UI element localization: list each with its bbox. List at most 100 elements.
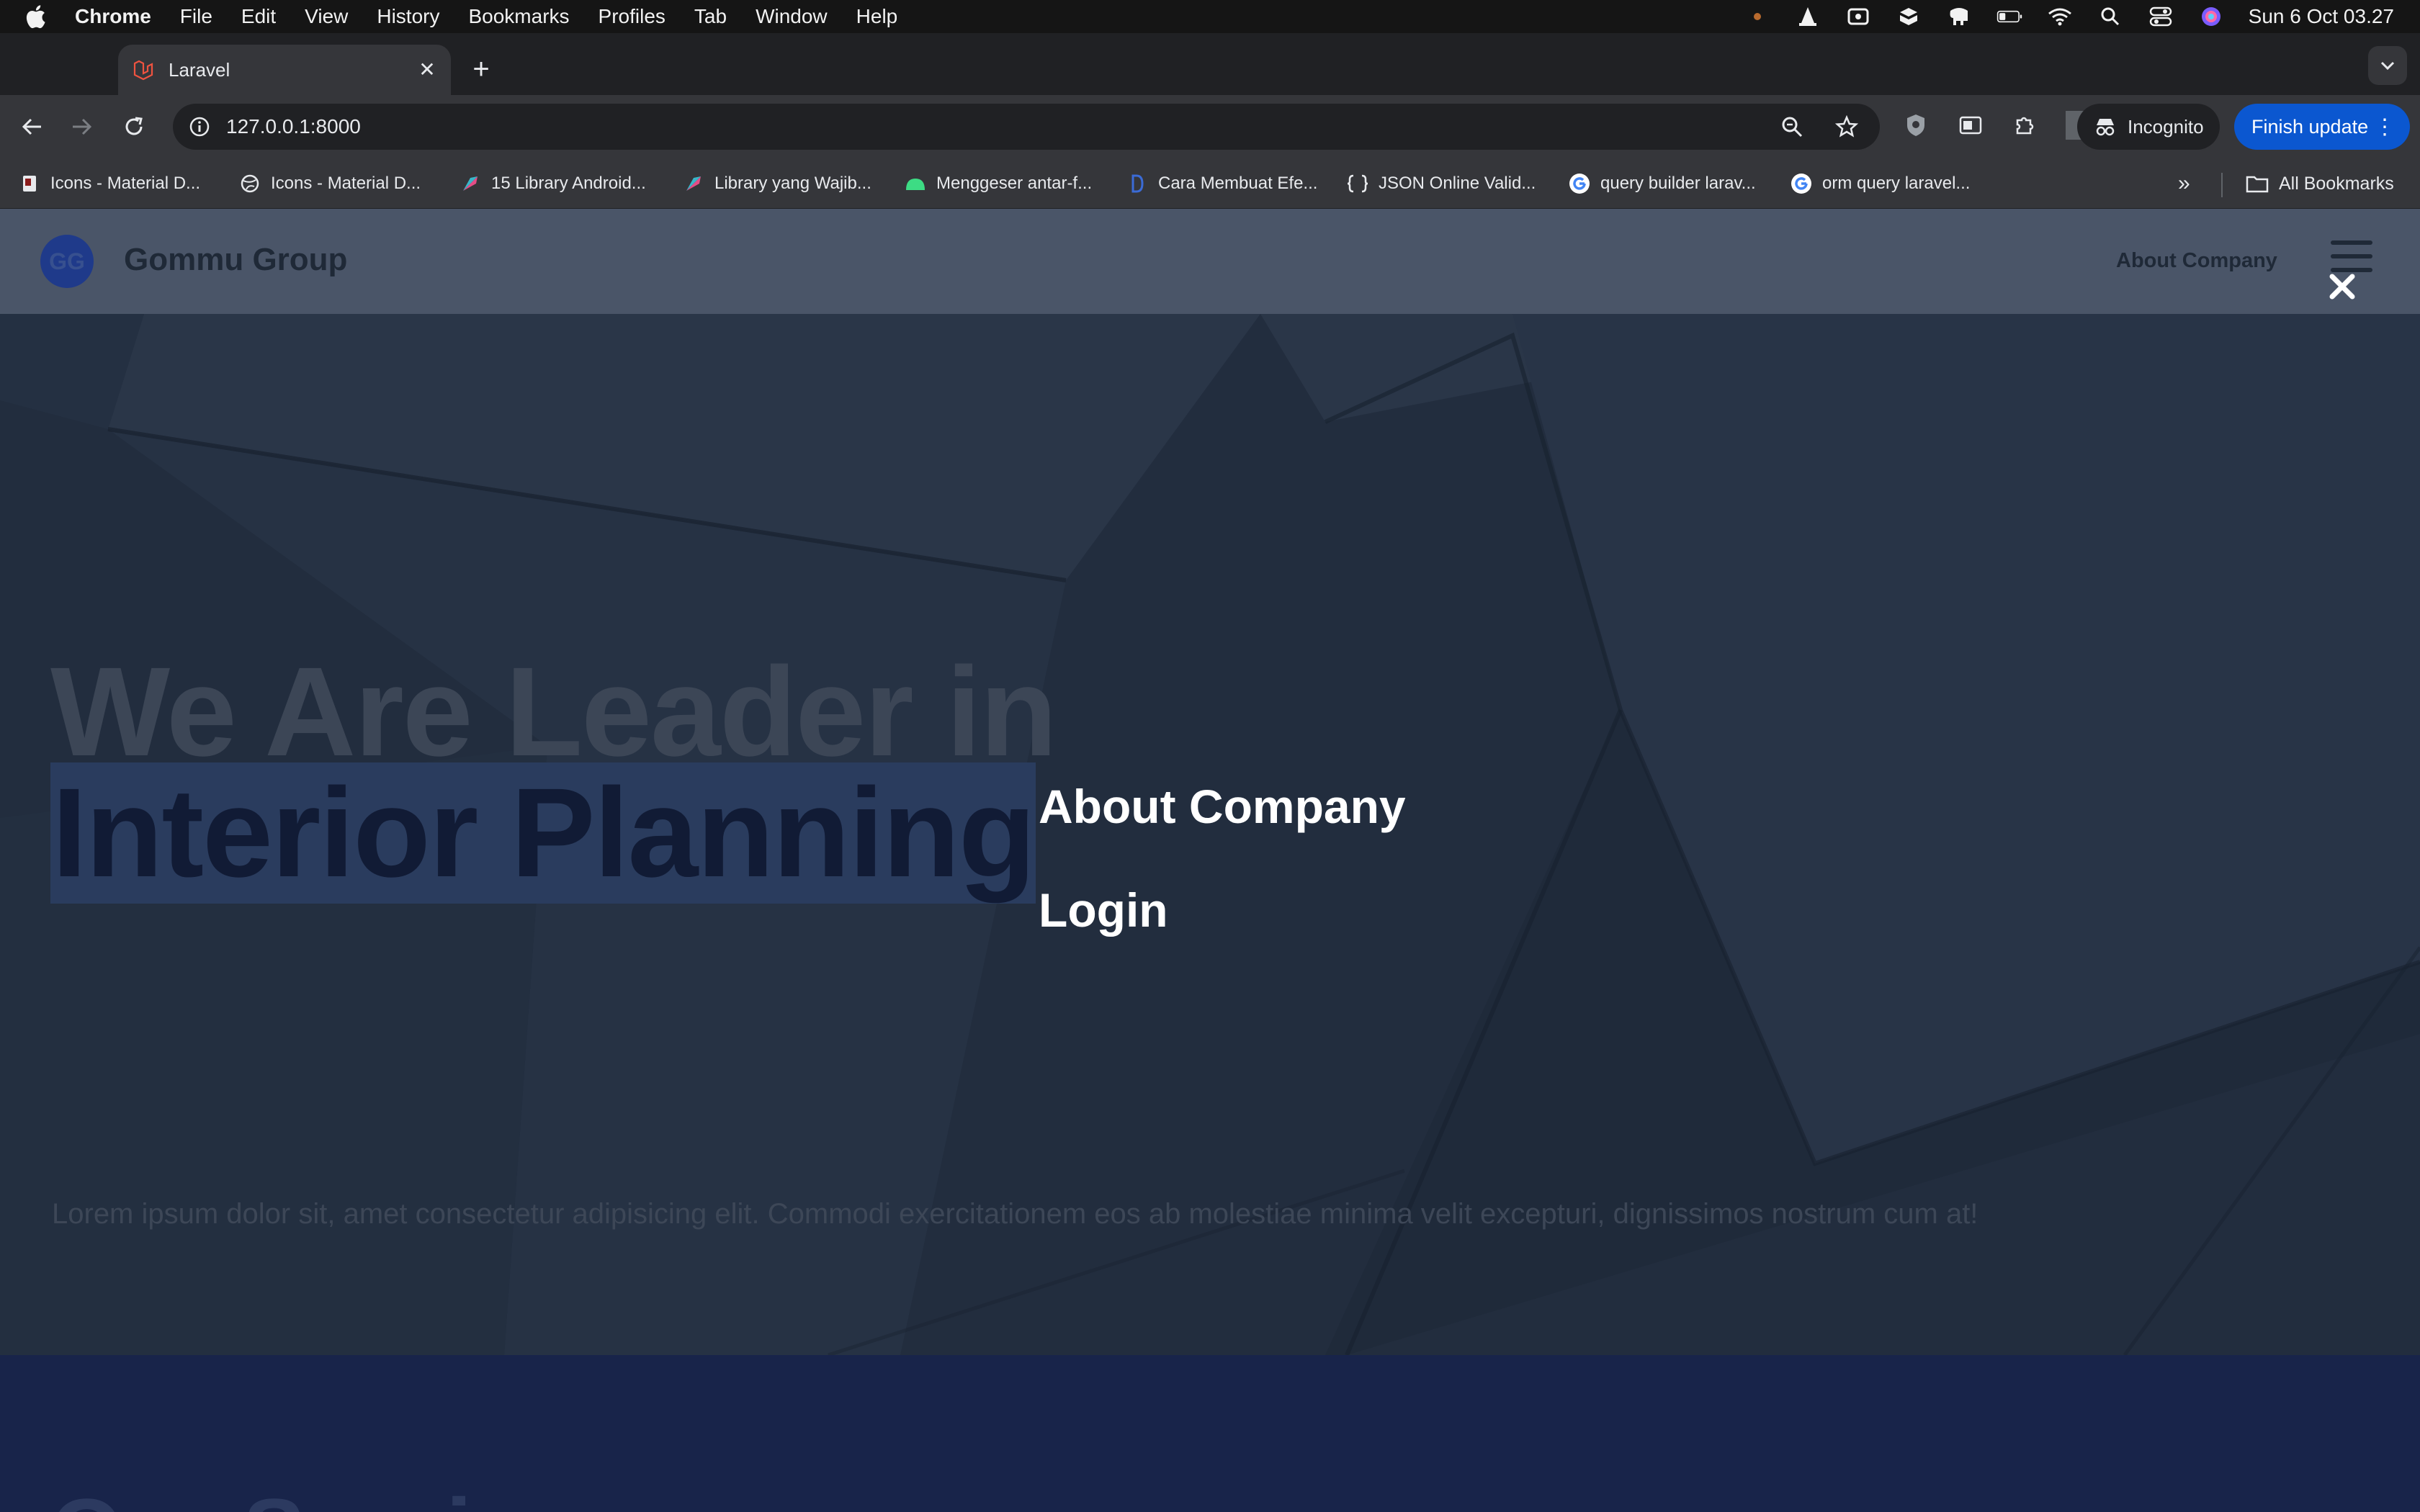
menu-edit[interactable]: Edit xyxy=(241,5,276,28)
bookmark-label: Icons - Material D... xyxy=(271,174,421,193)
menu-bookmarks[interactable]: Bookmarks xyxy=(468,5,569,28)
globe-icon xyxy=(239,173,261,194)
bookmark-label: JSON Online Valid... xyxy=(1379,174,1536,193)
more-bookmarks-chevron-icon[interactable]: » xyxy=(2178,171,2190,196)
tab-laravel[interactable]: Laravel ✕ xyxy=(118,45,451,95)
extensions-area xyxy=(1901,111,2094,140)
hero-heading-line2: Interior Planning xyxy=(50,760,1036,906)
folder-sync-icon[interactable] xyxy=(1896,6,1922,27)
bookmark-star-icon[interactable] xyxy=(1834,114,1860,140)
overlay-menu-login[interactable]: Login xyxy=(1039,883,1168,937)
reload-icon[interactable] xyxy=(118,111,150,143)
vlc-cone-icon[interactable] xyxy=(1795,6,1821,27)
site-info-icon[interactable] xyxy=(187,114,212,139)
site-brand-name[interactable]: Gommu Group xyxy=(124,242,347,278)
back-arrow-icon[interactable] xyxy=(16,111,48,143)
browser-tabstrip: Laravel ✕ + xyxy=(0,33,2420,95)
menu-window[interactable]: Window xyxy=(756,5,828,28)
page-viewport: GG Gommu Group About Company We Are Lead… xyxy=(0,209,2420,1512)
services-section: Our Services xyxy=(0,1355,2420,1512)
accessibility-icon[interactable] xyxy=(1845,6,1871,27)
apple-icon[interactable] xyxy=(24,4,53,29)
bookmark-item[interactable]: query builder larav... xyxy=(1569,170,1756,197)
bookmark-label: orm query laravel... xyxy=(1822,174,1971,193)
google-g-icon xyxy=(1791,173,1812,194)
bookmark-item[interactable]: JSON Online Valid... xyxy=(1347,170,1536,197)
incognito-label: Incognito xyxy=(2128,115,2204,138)
bookmark-item[interactable]: Library yang Wajib... xyxy=(683,170,871,197)
siri-icon[interactable] xyxy=(2198,6,2224,27)
logo-initials: GG xyxy=(49,248,85,274)
spotlight-search-icon[interactable] xyxy=(2097,6,2123,27)
finish-update-label: Finish update xyxy=(2251,115,2369,138)
new-tab-plus-icon[interactable]: + xyxy=(467,55,496,84)
zoom-icon[interactable] xyxy=(1779,114,1805,140)
bookmark-item[interactable]: Cara Membuat Efe... xyxy=(1126,170,1317,197)
hero-description: Lorem ipsum dolor sit, amet consectetur … xyxy=(52,1198,1978,1230)
menu-help[interactable]: Help xyxy=(856,5,898,28)
wifi-icon[interactable] xyxy=(2047,6,2073,27)
overlay-menu-about-company[interactable]: About Company xyxy=(1039,779,1406,834)
kebab-menu-icon[interactable]: ⋮ xyxy=(2374,114,2396,140)
bookmark-label: 15 Library Android... xyxy=(491,174,646,193)
menu-tab[interactable]: Tab xyxy=(694,5,727,28)
tab-title: Laravel xyxy=(169,58,230,81)
close-menu-icon[interactable] xyxy=(2325,269,2360,304)
extensions-puzzle-icon[interactable] xyxy=(2011,111,2040,140)
android-icon xyxy=(905,173,926,194)
tab-close-icon[interactable]: ✕ xyxy=(416,59,438,81)
bookmark-label: Menggeser antar-f... xyxy=(936,174,1093,193)
menu-profiles[interactable]: Profiles xyxy=(599,5,666,28)
services-heading: Our Services xyxy=(50,1477,628,1512)
recording-dot-icon xyxy=(1744,6,1770,27)
menu-app-name[interactable]: Chrome xyxy=(75,5,151,28)
bookmark-item[interactable]: Menggeser antar-f... xyxy=(905,170,1092,197)
all-bookmarks-label: All Bookmarks xyxy=(2279,173,2394,194)
incognito-chip[interactable]: Incognito xyxy=(2077,104,2220,150)
hamburger-menu-icon[interactable] xyxy=(2331,240,2372,272)
bookmark-label: Icons - Material D... xyxy=(50,174,201,193)
browser-toolbar: 127.0.0.1:8000 Incognito Finish update ⋮ xyxy=(0,95,2420,158)
elephant-app-icon[interactable] xyxy=(1946,6,1972,27)
bookmark-item[interactable]: Icons - Material D... xyxy=(19,170,200,197)
forward-arrow-icon[interactable] xyxy=(66,111,98,143)
screen: Chrome File Edit View History Bookmarks … xyxy=(0,0,2420,1512)
folder-icon xyxy=(2246,173,2269,194)
json-braces-icon xyxy=(1347,173,1368,194)
menu-view[interactable]: View xyxy=(305,5,348,28)
colorful-feather-icon xyxy=(683,173,704,194)
material-page-icon xyxy=(19,173,40,194)
menu-history[interactable]: History xyxy=(377,5,439,28)
all-bookmarks-button[interactable]: All Bookmarks xyxy=(2246,170,2394,197)
bookmark-label: query builder larav... xyxy=(1600,174,1756,193)
google-g-icon xyxy=(1569,173,1590,194)
bookmark-label: Cara Membuat Efe... xyxy=(1158,174,1318,193)
menu-file[interactable]: File xyxy=(180,5,212,28)
address-bar-actions xyxy=(1779,114,1860,140)
laravel-favicon-icon xyxy=(131,58,154,81)
nav-link-about-company[interactable]: About Company xyxy=(2116,249,2277,273)
site-logo[interactable]: GG xyxy=(40,235,94,288)
tab-search-chevron-icon[interactable] xyxy=(2368,46,2407,85)
control-center-icon[interactable] xyxy=(2148,6,2174,27)
macos-menubar: Chrome File Edit View History Bookmarks … xyxy=(0,0,2420,33)
finish-update-button[interactable]: Finish update ⋮ xyxy=(2234,104,2410,150)
menubar-clock[interactable]: Sun 6 Oct 03.27 xyxy=(2249,5,2394,28)
hero-section: We Are Leader in Interior Planning Lorem… xyxy=(0,314,2420,1355)
shield-extension-icon[interactable] xyxy=(1901,111,1930,140)
address-bar[interactable]: 127.0.0.1:8000 xyxy=(173,104,1880,150)
incognito-icon xyxy=(2093,114,2118,139)
bookmarks-bar: Icons - Material D... Icons - Material D… xyxy=(0,158,2420,209)
bookmark-label: Library yang Wajib... xyxy=(714,174,871,193)
battery-icon[interactable] xyxy=(1996,6,2022,27)
url-text[interactable]: 127.0.0.1:8000 xyxy=(226,115,361,138)
dicoding-d-icon xyxy=(1126,173,1148,194)
bookmark-item[interactable]: orm query laravel... xyxy=(1791,170,1970,197)
site-navbar: GG Gommu Group About Company xyxy=(0,209,2420,314)
colorful-feather-icon xyxy=(460,173,481,194)
status-tray: Sun 6 Oct 03.27 xyxy=(1744,0,2394,33)
hero-heading-highlight: Interior Planning xyxy=(50,762,1036,904)
bookmark-item[interactable]: 15 Library Android... xyxy=(460,170,646,197)
bookmark-item[interactable]: Icons - Material D... xyxy=(239,170,421,197)
reading-mode-icon[interactable] xyxy=(1956,111,1985,140)
